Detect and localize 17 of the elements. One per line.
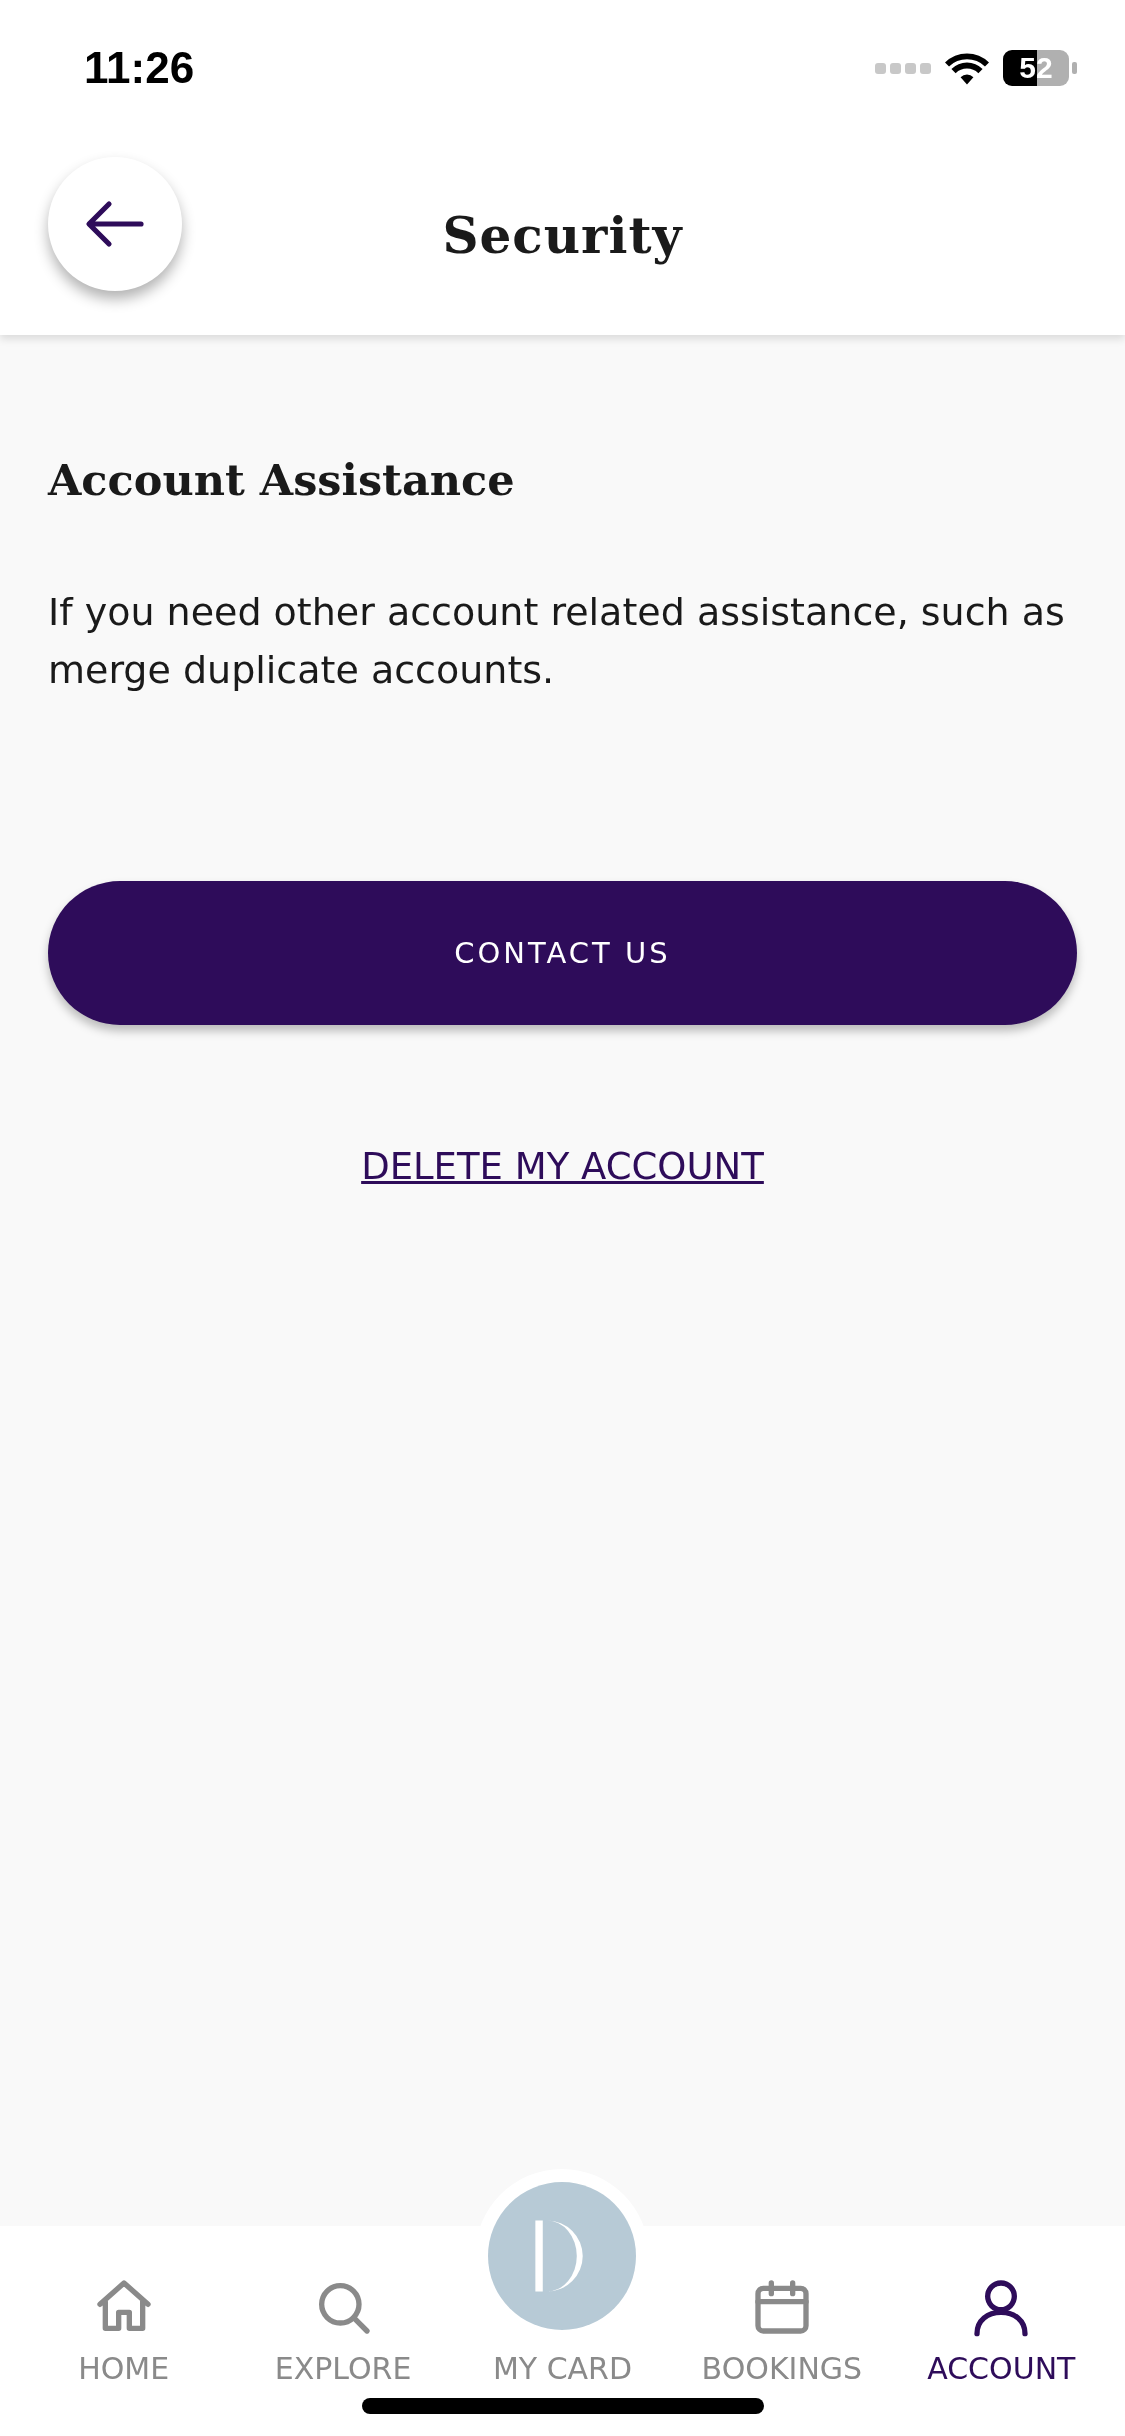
- tab-item[interactable]: HOME: [14, 2275, 234, 2436]
- signal-icon: [875, 60, 931, 75]
- card-logo-icon: [488, 2182, 637, 2330]
- tab-item[interactable]: BOOKINGS: [672, 2275, 892, 2436]
- section-title: Account Assistance: [48, 455, 516, 505]
- back-button[interactable]: [48, 157, 182, 291]
- status-time: 11:26: [84, 42, 195, 93]
- contact-us-button[interactable]: CONTACT US: [48, 881, 1077, 1025]
- wifi-icon: [945, 50, 989, 85]
- delete-account-link[interactable]: DELETE MY ACCOUNT: [361, 1145, 764, 1188]
- section-description: If you need other account related assistance, such as merge duplicate accounts.: [48, 589, 1066, 694]
- tab-item[interactable]: EXPLORE: [233, 2275, 453, 2436]
- back-arrow-icon: [85, 199, 145, 249]
- tab-item[interactable]: ACCOUNT: [891, 2275, 1111, 2436]
- page-title: Security: [442, 205, 683, 265]
- battery-tip-icon: [1072, 61, 1077, 74]
- tab-label[interactable]: MY CARD: [492, 2351, 633, 2386]
